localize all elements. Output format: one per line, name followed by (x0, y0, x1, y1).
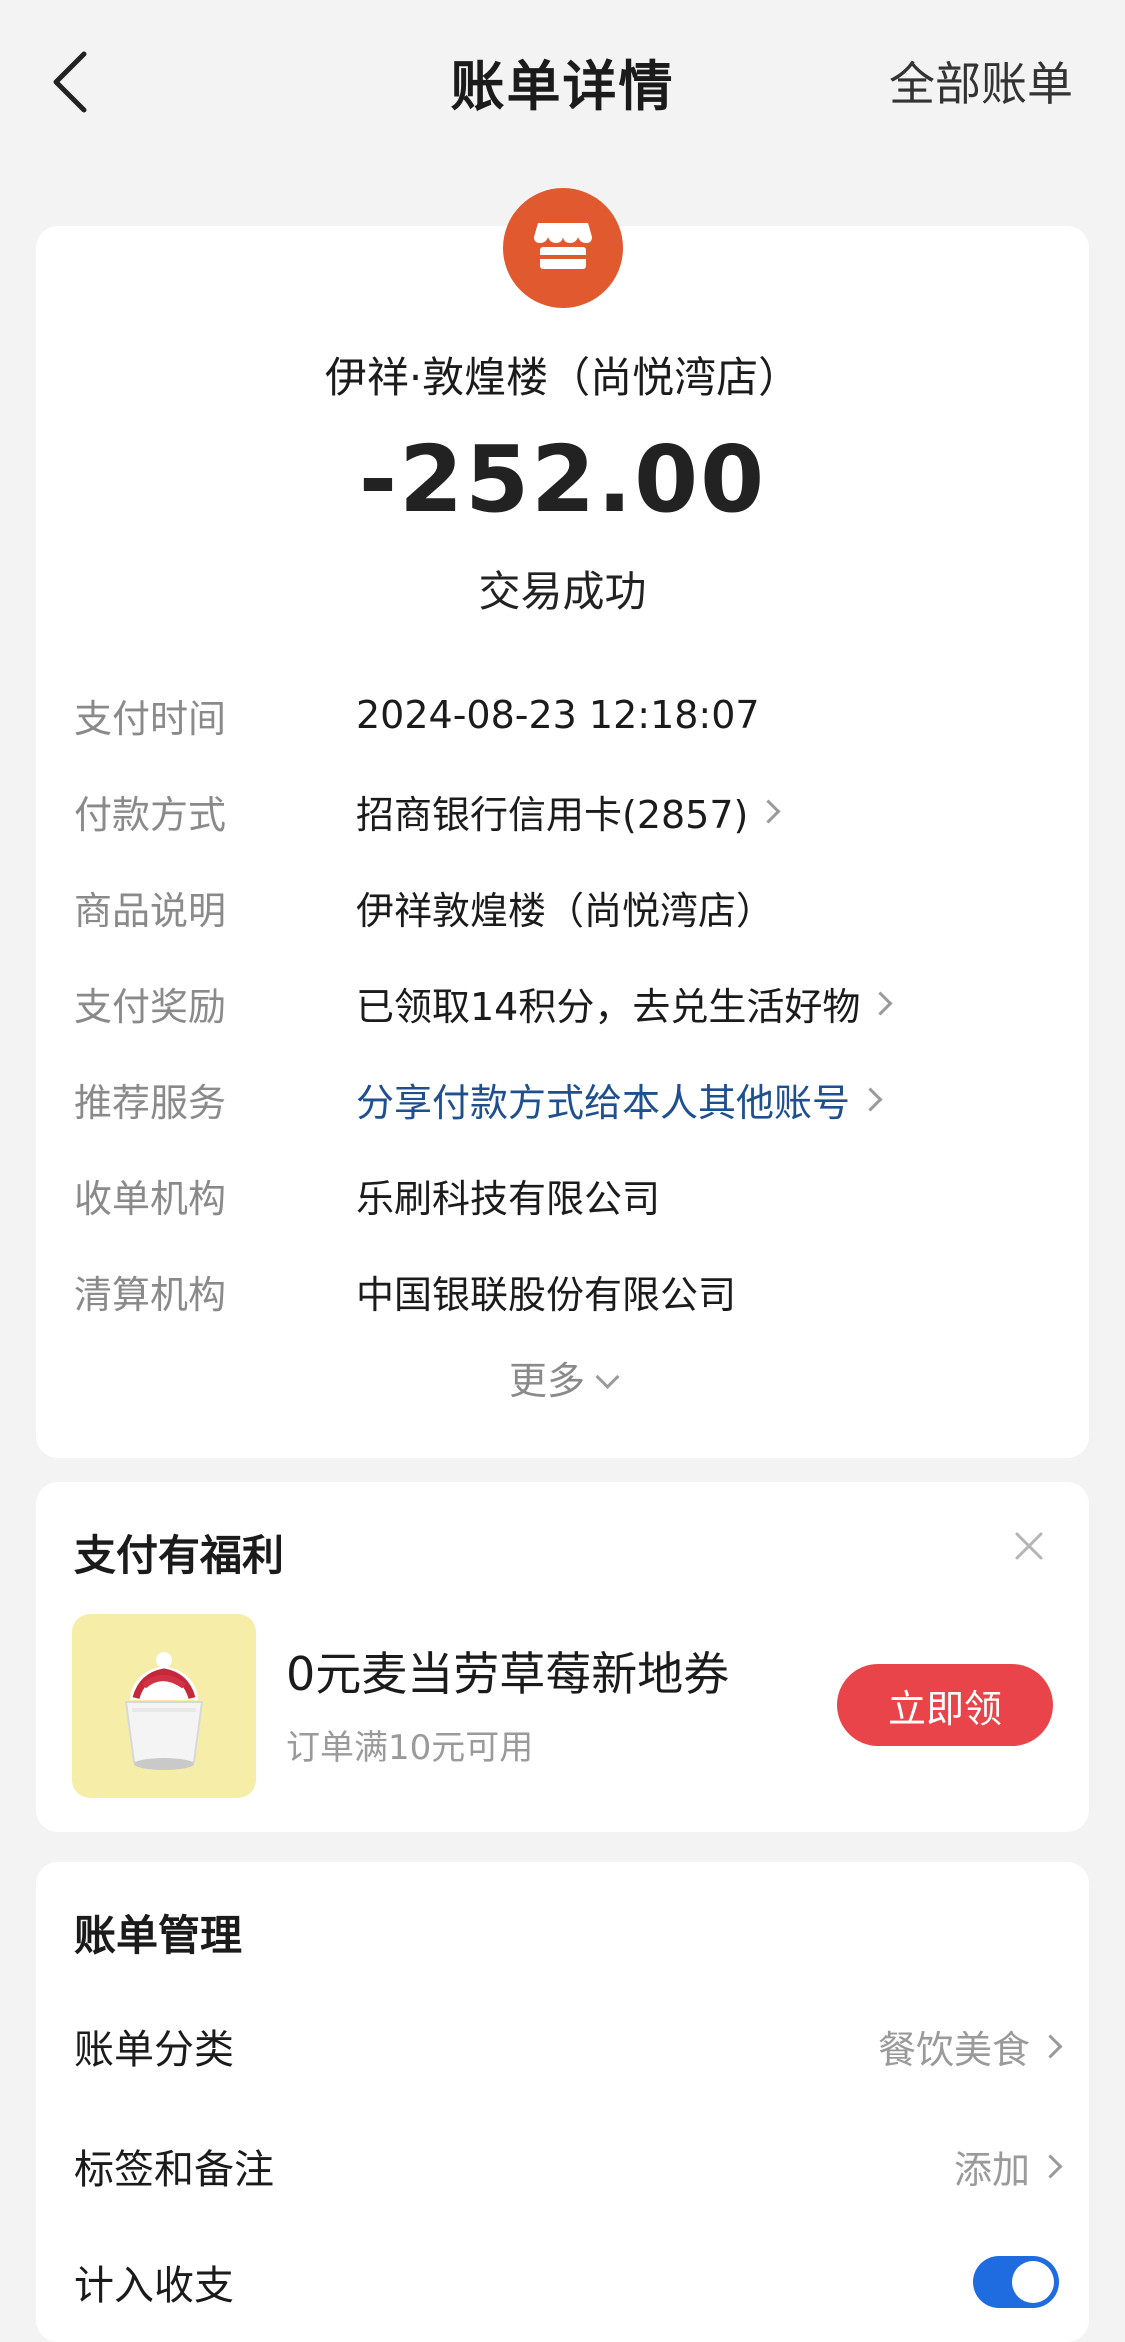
manage-title: 账单管理 (74, 1911, 243, 1960)
category-value: 餐饮美食 (877, 2027, 1030, 2072)
transaction-status: 交易成功 (478, 567, 647, 616)
share-payment-link[interactable]: 分享付款方式给本人其他账号 (356, 1072, 883, 1127)
benefit-card: 支付有福利 0元麦当劳草莓新地券 订单满10元可用 立即领 (36, 1482, 1089, 1832)
detail-row-payment-method[interactable]: 付款方式 招商银行信用卡(2857) (74, 776, 1059, 846)
detail-value: 招商银行信用卡(2857) (356, 792, 749, 837)
tag-label: 标签和备注 (74, 2147, 274, 2193)
benefit-title: 支付有福利 (74, 1531, 285, 1580)
detail-label: 支付奖励 (74, 984, 227, 1029)
coupon-title: 0元麦当劳草莓新地券 (286, 1647, 730, 1701)
top-nav-bar: 账单详情 全部账单 (0, 0, 1125, 160)
detail-label: 商品说明 (74, 888, 227, 933)
coupon-subtitle: 订单满10元可用 (286, 1728, 534, 1768)
chevron-right-icon (1038, 2033, 1063, 2059)
detail-value: 伊祥敦煌楼（尚悦湾店） (356, 888, 775, 933)
chevron-down-icon (595, 1364, 620, 1390)
detail-label: 收单机构 (74, 1176, 227, 1221)
detail-label: 清算机构 (74, 1272, 227, 1317)
chevron-right-icon (868, 990, 893, 1016)
detail-row-acquirer: 收单机构 乐刷科技有限公司 (74, 1160, 1059, 1230)
category-row[interactable]: 账单分类 餐饮美食 (74, 2006, 1063, 2086)
chevron-right-icon (756, 798, 781, 824)
bill-detail-card: 伊祥·敦煌楼（尚悦湾店） -252.00 交易成功 支付时间 2024-08-2… (36, 188, 1089, 1458)
more-label: 更多 (508, 1359, 585, 1403)
tag-row[interactable]: 标签和备注 添加 (74, 2126, 1063, 2206)
close-icon (1009, 1532, 1049, 1570)
add-tag-button[interactable]: 添加 (953, 2139, 1063, 2194)
detail-value: 分享付款方式给本人其他账号 (356, 1080, 851, 1125)
detail-row-reward[interactable]: 支付奖励 已领取14积分，去兑生活好物 (74, 968, 1059, 1038)
chevron-right-icon (858, 1086, 883, 1112)
detail-label: 推荐服务 (74, 1080, 227, 1125)
tag-value: 添加 (953, 2147, 1030, 2192)
close-button[interactable] (1009, 1526, 1049, 1566)
detail-row-product-desc: 商品说明 伊祥敦煌楼（尚悦湾店） (74, 872, 1059, 942)
merchant-avatar (503, 188, 623, 308)
all-bills-link[interactable]: 全部账单 (889, 48, 1073, 114)
merchant-name: 伊祥·敦煌楼（尚悦湾店） (324, 353, 801, 402)
category-label: 账单分类 (74, 2027, 234, 2073)
detail-label: 支付时间 (74, 696, 227, 741)
detail-value: 乐刷科技有限公司 (356, 1176, 661, 1221)
claim-button[interactable]: 立即领 (837, 1664, 1053, 1746)
strawberry-sundae-image (72, 1614, 256, 1798)
transaction-amount: -252.00 (358, 426, 767, 533)
detail-value: 2024-08-23 12:18:07 (356, 693, 760, 737)
bill-manage-card: 账单管理 账单分类 餐饮美食 标签和备注 添加 计入收支 (36, 1862, 1089, 2342)
detail-value: 已领取14积分，去兑生活好物 (356, 984, 861, 1029)
detail-row-pay-time: 支付时间 2024-08-23 12:18:07 (74, 680, 1059, 750)
chevron-right-icon (1038, 2153, 1063, 2179)
reward-link[interactable]: 已领取14积分，去兑生活好物 (356, 976, 893, 1031)
more-button[interactable]: 更多 (36, 1350, 1089, 1405)
payment-method-value[interactable]: 招商银行信用卡(2857) (356, 784, 781, 839)
detail-value: 中国银联股份有限公司 (356, 1272, 737, 1317)
category-selector[interactable]: 餐饮美食 (877, 2019, 1063, 2074)
include-row: 计入收支 (74, 2242, 1059, 2322)
include-toggle[interactable] (973, 2256, 1059, 2308)
toggle-knob (1012, 2261, 1054, 2303)
store-icon (532, 219, 594, 277)
detail-label: 付款方式 (74, 792, 227, 837)
detail-row-recommend[interactable]: 推荐服务 分享付款方式给本人其他账号 (74, 1064, 1059, 1134)
detail-row-clearing: 清算机构 中国银联股份有限公司 (74, 1256, 1059, 1326)
include-label: 计入收支 (74, 2263, 234, 2309)
